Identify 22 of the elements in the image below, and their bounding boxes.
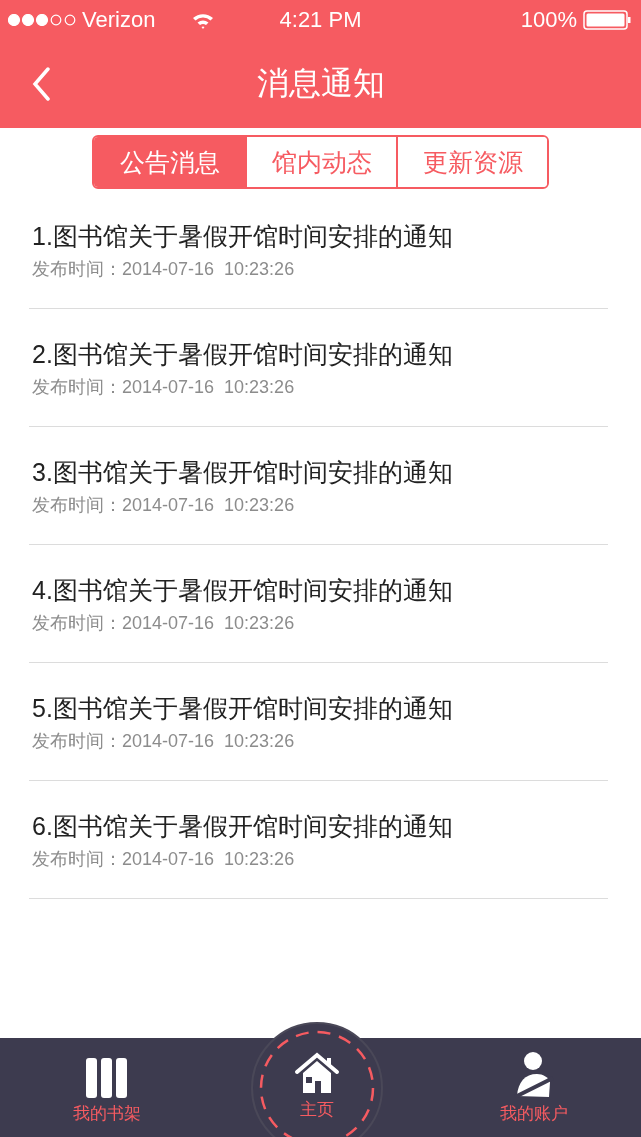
home-icon: [294, 1052, 340, 1094]
notice-title[interactable]: 1.图书馆关于暑假开馆时间安排的通知: [32, 220, 608, 252]
notice-title[interactable]: 2.图书馆关于暑假开馆时间安排的通知: [32, 338, 608, 370]
notice-date: 发布时间：2014-07-16 10:23:26: [32, 376, 296, 398]
notice-title[interactable]: 3.图书馆关于暑假开馆时间安排的通知: [32, 456, 608, 488]
signal-icon: [8, 14, 76, 26]
books-icon: [85, 1058, 128, 1098]
notice-title[interactable]: 4.图书馆关于暑假开馆时间安排的通知: [32, 574, 608, 606]
notice-date: 发布时间：2014-07-16 10:23:26: [32, 848, 296, 870]
notice-date: 发布时间：2014-07-16 10:23:26: [32, 258, 296, 280]
carrier-name: Verizon: [82, 7, 156, 33]
wifi-icon: [191, 11, 216, 29]
battery-percent: 100%: [520, 7, 577, 33]
back-icon: [32, 67, 50, 101]
battery-icon: [583, 10, 631, 30]
page-title: 消息通知: [256, 64, 385, 103]
notice-date: 发布时间：2014-07-16 10:23:26: [32, 494, 296, 516]
notice-title[interactable]: 5.图书馆关于暑假开馆时间安排的通知: [32, 692, 608, 724]
notice-date: 发布时间：2014-07-16 10:23:26: [32, 730, 296, 752]
status-time: 4:21 PM: [279, 7, 362, 33]
notice-title[interactable]: 6.图书馆关于暑假开馆时间安排的通知: [32, 810, 608, 842]
notice-date: 发布时间：2014-07-16 10:23:26: [32, 612, 296, 634]
